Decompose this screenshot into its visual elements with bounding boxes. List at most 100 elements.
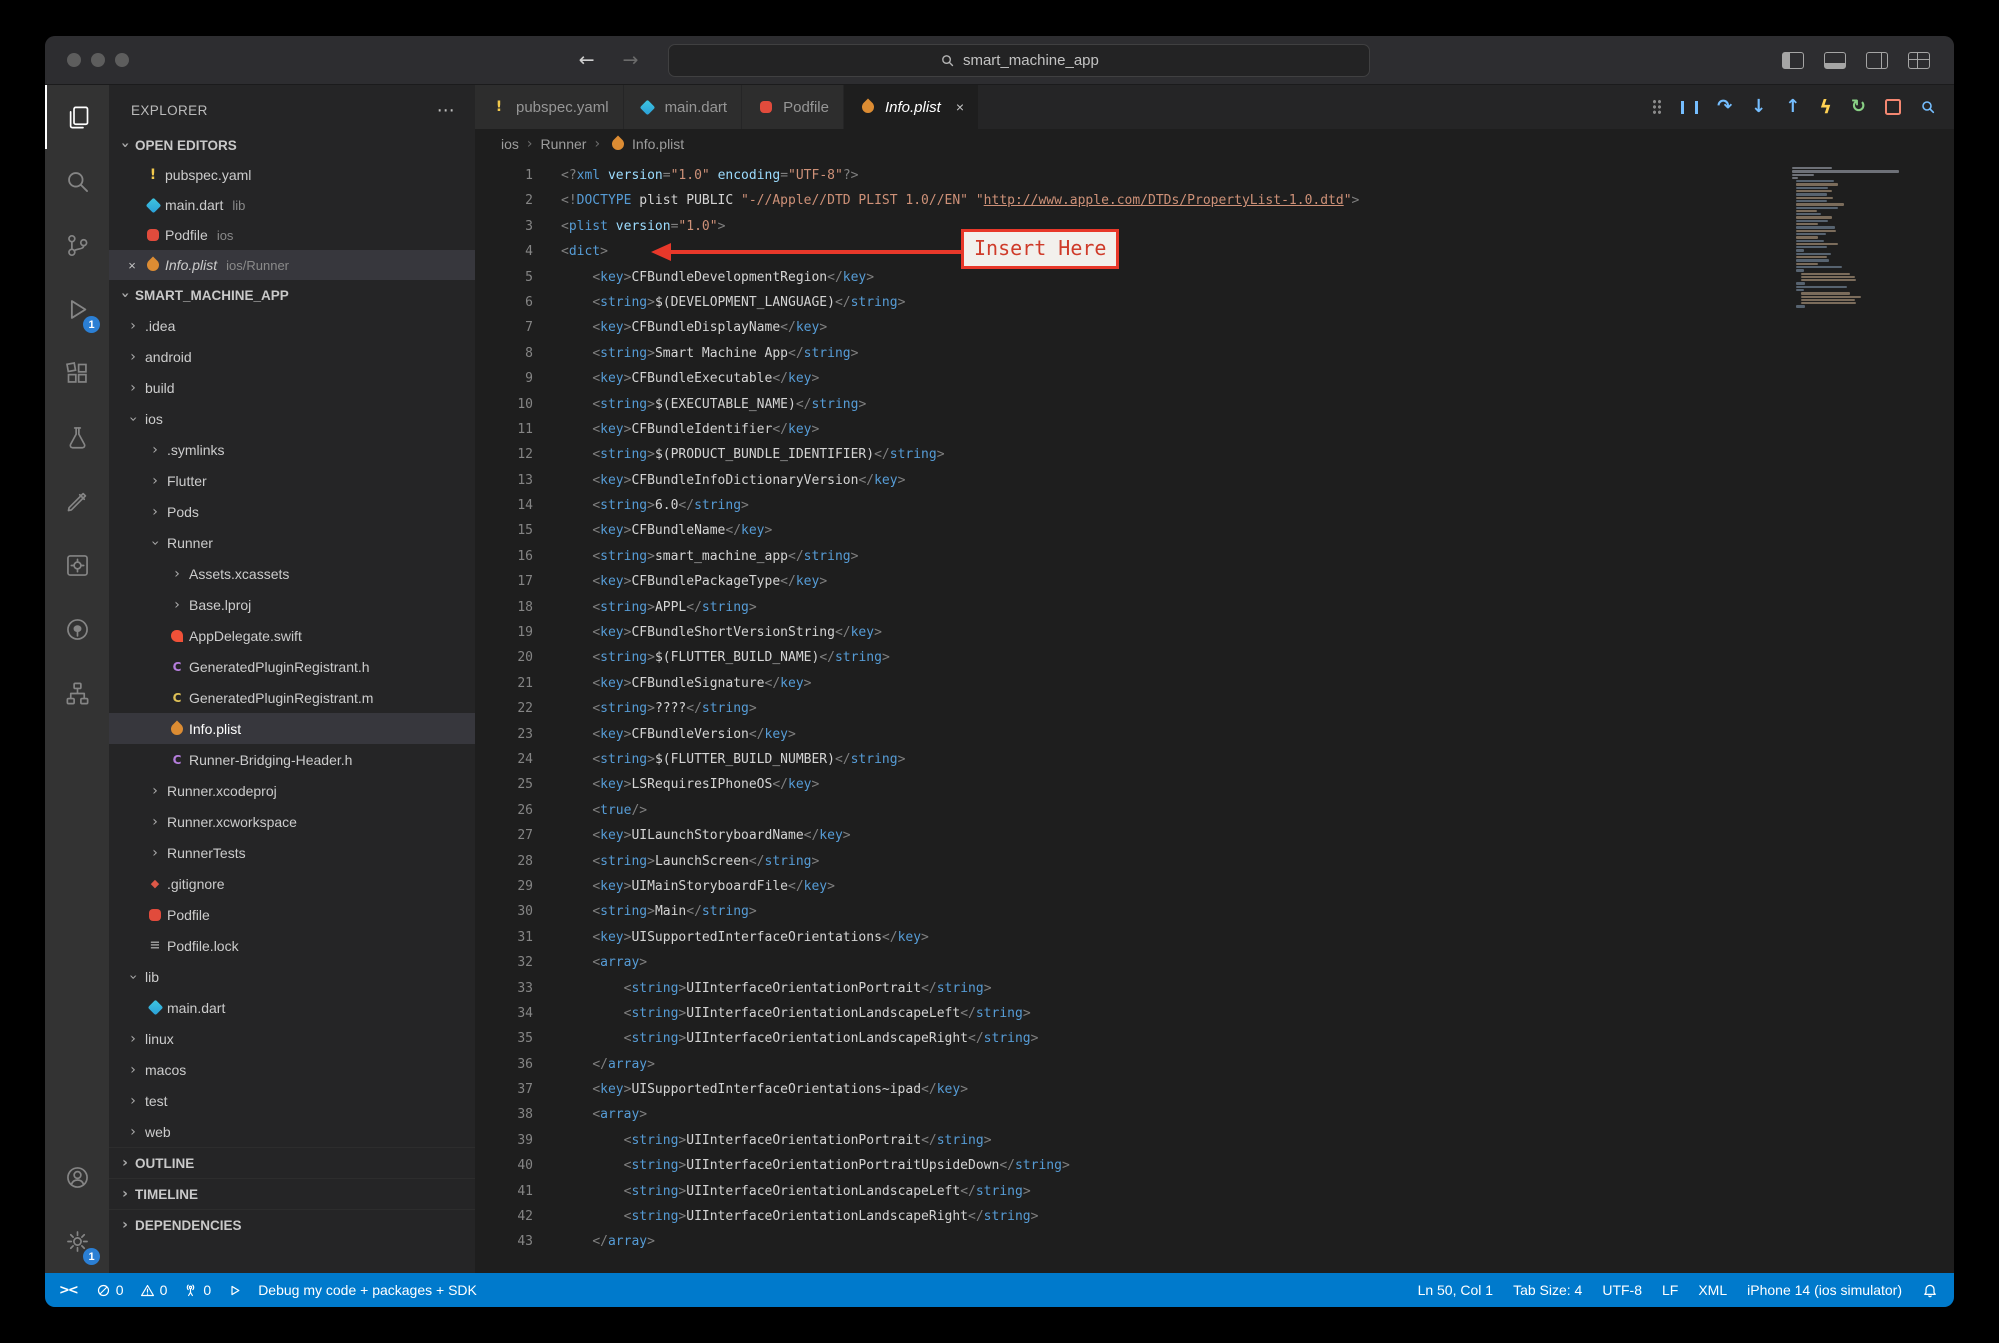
code-line[interactable]: 23 <key>CFBundleVersion</key>	[475, 722, 1954, 747]
tree-item-pods[interactable]: ›Pods	[109, 496, 475, 527]
code-line[interactable]: 24 <string>$(FLUTTER_BUILD_NUMBER)</stri…	[475, 747, 1954, 772]
tree-item-linux[interactable]: ›linux	[109, 1023, 475, 1054]
tree-item-appdelegate-swift[interactable]: AppDelegate.swift	[109, 620, 475, 651]
code-line[interactable]: 35 <string>UIInterfaceOrientationLandsca…	[475, 1026, 1954, 1051]
section-outline[interactable]: ›OUTLINE	[109, 1147, 475, 1178]
activity-extensions[interactable]	[45, 341, 109, 405]
tree-item-flutter[interactable]: ›Flutter	[109, 465, 475, 496]
code-line[interactable]: 11 <key>CFBundleIdentifier</key>	[475, 417, 1954, 442]
pause-button[interactable]	[1681, 101, 1698, 114]
minimap[interactable]	[1792, 167, 1924, 309]
status-remote-indicator[interactable]: ><	[59, 1283, 80, 1298]
command-center-search[interactable]: smart_machine_app	[668, 44, 1370, 77]
code-line[interactable]: 15 <key>CFBundleName</key>	[475, 518, 1954, 543]
tree-item-runner-bridging-header-h[interactable]: CRunner-Bridging-Header.h	[109, 744, 475, 775]
code-line[interactable]: 26 <true/>	[475, 798, 1954, 823]
activity-explorer[interactable]	[45, 85, 109, 149]
activity-tools[interactable]	[45, 469, 109, 533]
hot-reload-button[interactable]: ϟ	[1819, 98, 1832, 117]
code-line[interactable]: 6 <string>$(DEVELOPMENT_LANGUAGE)</strin…	[475, 290, 1954, 315]
breadcrumb-item-runner[interactable]: Runner	[541, 136, 587, 152]
tree-item-web[interactable]: ›web	[109, 1116, 475, 1147]
tree-item-gitignore[interactable]: ◆.gitignore	[109, 868, 475, 899]
code-line[interactable]: 37 <key>UISupportedInterfaceOrientations…	[475, 1077, 1954, 1102]
code-line[interactable]: 1<?xml version="1.0" encoding="UTF-8"?>	[475, 163, 1954, 188]
activity-run-debug[interactable]: 1	[45, 277, 109, 341]
tab-podfile[interactable]: Podfile	[742, 85, 844, 129]
tab-main-dart[interactable]: main.dart	[624, 85, 743, 129]
inspector-button[interactable]	[1920, 99, 1936, 115]
project-header[interactable]: › SMART_MACHINE_APP	[109, 280, 475, 310]
code-line[interactable]: 30 <string>Main</string>	[475, 899, 1954, 924]
tree-item-ios[interactable]: ›ios	[109, 403, 475, 434]
tab-pubspec-yaml[interactable]: !pubspec.yaml	[475, 85, 624, 129]
code-line[interactable]: 3<plist version="1.0">	[475, 214, 1954, 239]
section-timeline[interactable]: ›TIMELINE	[109, 1178, 475, 1209]
code-line[interactable]: 17 <key>CFBundlePackageType</key>	[475, 569, 1954, 594]
status-encoding[interactable]: UTF-8	[1602, 1282, 1642, 1298]
code-line[interactable]: 34 <string>UIInterfaceOrientationLandsca…	[475, 1001, 1954, 1026]
tree-item-runner-xcworkspace[interactable]: ›Runner.xcworkspace	[109, 806, 475, 837]
close-window-button[interactable]	[67, 53, 81, 67]
zoom-window-button[interactable]	[115, 53, 129, 67]
code-line[interactable]: 39 <string>UIInterfaceOrientationPortrai…	[475, 1128, 1954, 1153]
tree-item-test[interactable]: ›test	[109, 1085, 475, 1116]
code-line[interactable]: 25 <key>LSRequiresIPhoneOS</key>	[475, 772, 1954, 797]
status-tab-size[interactable]: Tab Size: 4	[1513, 1282, 1582, 1298]
step-over-button[interactable]: ↷	[1717, 98, 1732, 116]
activity-devtools[interactable]	[45, 533, 109, 597]
more-actions-icon[interactable]: ⋯	[437, 100, 455, 121]
status-errors[interactable]: 0	[96, 1282, 124, 1298]
tree-item-symlinks[interactable]: ›.symlinks	[109, 434, 475, 465]
tree-item-generatedpluginregistrant-m[interactable]: CGeneratedPluginRegistrant.m	[109, 682, 475, 713]
code-line[interactable]: 27 <key>UILaunchStoryboardName</key>	[475, 823, 1954, 848]
tab-info-plist[interactable]: Info.plist×	[844, 85, 979, 129]
code-editor[interactable]: 1<?xml version="1.0" encoding="UTF-8"?>2…	[475, 159, 1954, 1273]
customize-layout-icon[interactable]	[1908, 52, 1930, 69]
open-editor-info-plist[interactable]: ×Info.plistios/Runner	[109, 250, 475, 280]
status-warnings[interactable]: 0	[140, 1282, 168, 1298]
status-eol[interactable]: LF	[1662, 1282, 1678, 1298]
code-line[interactable]: 33 <string>UIInterfaceOrientationPortrai…	[475, 976, 1954, 1001]
code-line[interactable]: 8 <string>Smart Machine App</string>	[475, 341, 1954, 366]
code-line[interactable]: 20 <string>$(FLUTTER_BUILD_NAME)</string…	[475, 645, 1954, 670]
code-line[interactable]: 29 <key>UIMainStoryboardFile</key>	[475, 874, 1954, 899]
code-line[interactable]: 14 <string>6.0</string>	[475, 493, 1954, 518]
status-feedback[interactable]: 0	[183, 1282, 211, 1298]
tree-item-generatedpluginregistrant-h[interactable]: CGeneratedPluginRegistrant.h	[109, 651, 475, 682]
tree-item-runnertests[interactable]: ›RunnerTests	[109, 837, 475, 868]
status-debug-icon[interactable]	[227, 1283, 242, 1298]
close-icon[interactable]: ×	[121, 258, 143, 273]
tree-item-assets-xcassets[interactable]: ›Assets.xcassets	[109, 558, 475, 589]
tree-item-idea[interactable]: ›.idea	[109, 310, 475, 341]
breadcrumb-item-ios[interactable]: ios	[501, 136, 519, 152]
code-line[interactable]: 9 <key>CFBundleExecutable</key>	[475, 366, 1954, 391]
status-notifications[interactable]	[1922, 1282, 1938, 1298]
status-device-selector[interactable]: iPhone 14 (ios simulator)	[1747, 1282, 1902, 1298]
tree-item-lib[interactable]: ›lib	[109, 961, 475, 992]
code-line[interactable]: 28 <string>LaunchScreen</string>	[475, 849, 1954, 874]
code-line[interactable]: 38 <array>	[475, 1102, 1954, 1127]
status-debug-configuration[interactable]: Debug my code + packages + SDK	[258, 1282, 477, 1298]
code-line[interactable]: 7 <key>CFBundleDisplayName</key>	[475, 315, 1954, 340]
tree-item-runner[interactable]: ›Runner	[109, 527, 475, 558]
open-editors-header[interactable]: › OPEN EDITORS	[109, 130, 475, 160]
activity-github[interactable]	[45, 597, 109, 661]
close-icon[interactable]: ×	[956, 99, 964, 115]
tree-item-build[interactable]: ›build	[109, 372, 475, 403]
code-line[interactable]: 2<!DOCTYPE plist PUBLIC "-//Apple//DTD P…	[475, 188, 1954, 213]
tree-item-android[interactable]: ›android	[109, 341, 475, 372]
code-line[interactable]: 32 <array>	[475, 950, 1954, 975]
tree-item-info-plist[interactable]: Info.plist	[109, 713, 475, 744]
tree-item-podfile-lock[interactable]: ≡Podfile.lock	[109, 930, 475, 961]
code-line[interactable]: 10 <string>$(EXECUTABLE_NAME)</string>	[475, 392, 1954, 417]
code-line[interactable]: 12 <string>$(PRODUCT_BUNDLE_IDENTIFIER)<…	[475, 442, 1954, 467]
minimize-window-button[interactable]	[91, 53, 105, 67]
activity-account[interactable]	[45, 1145, 109, 1209]
activity-remote-explorer[interactable]	[45, 661, 109, 725]
toggle-secondary-sidebar-icon[interactable]	[1866, 52, 1888, 69]
tree-item-base-lproj[interactable]: ›Base.lproj	[109, 589, 475, 620]
tree-item-podfile[interactable]: Podfile	[109, 899, 475, 930]
tree-item-runner-xcodeproj[interactable]: ›Runner.xcodeproj	[109, 775, 475, 806]
tree-item-main-dart[interactable]: main.dart	[109, 992, 475, 1023]
